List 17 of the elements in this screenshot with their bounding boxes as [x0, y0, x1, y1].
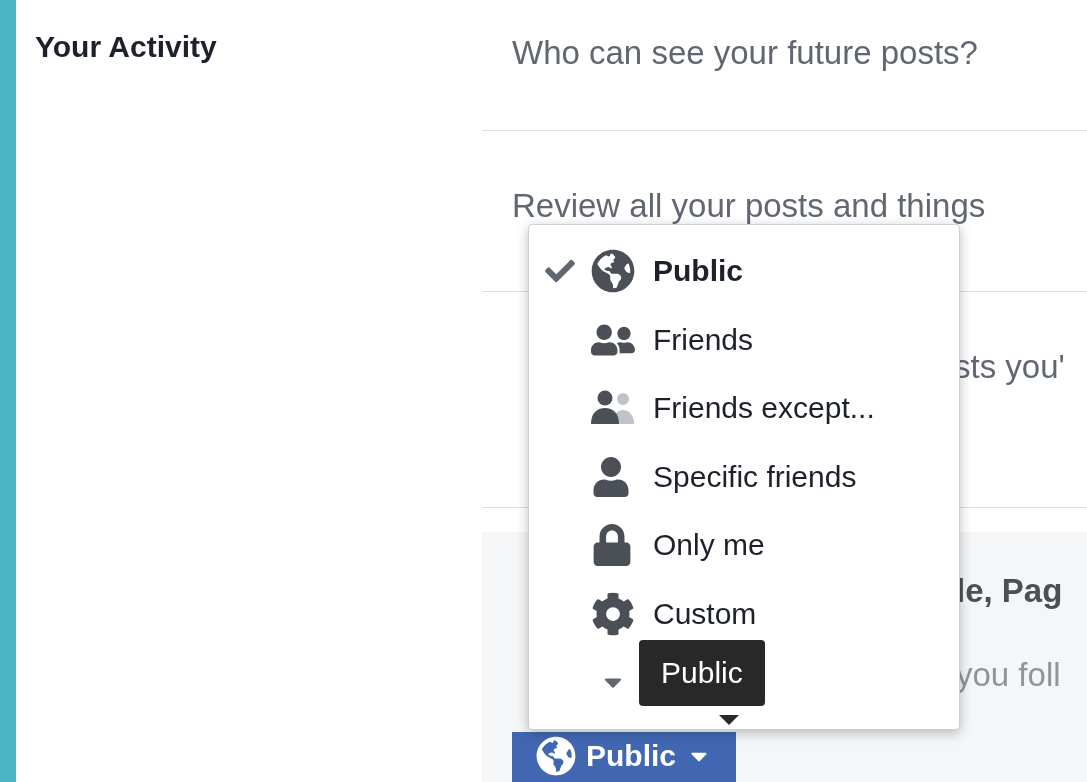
gear-icon [591, 591, 635, 636]
menu-item[interactable]: Friends except... [529, 374, 959, 443]
audience-button[interactable]: Public [512, 732, 736, 782]
tooltip-pointer [719, 715, 739, 725]
section-title: Your Activity [35, 30, 218, 64]
tooltip: Public [639, 640, 765, 706]
menu-item[interactable]: Specific friends [529, 442, 959, 511]
setting-text: Who can see your future posts? [512, 36, 978, 69]
menu-item[interactable]: Only me [529, 511, 959, 580]
lock-icon [591, 524, 633, 567]
menu-item[interactable]: Friends [529, 305, 959, 374]
globe-icon [591, 249, 635, 294]
setting-text: Review all your posts and things [512, 189, 986, 222]
friends-icon [591, 390, 635, 427]
menu-item[interactable]: Public [529, 237, 959, 306]
person-icon [591, 456, 631, 497]
globe-icon [536, 736, 576, 776]
